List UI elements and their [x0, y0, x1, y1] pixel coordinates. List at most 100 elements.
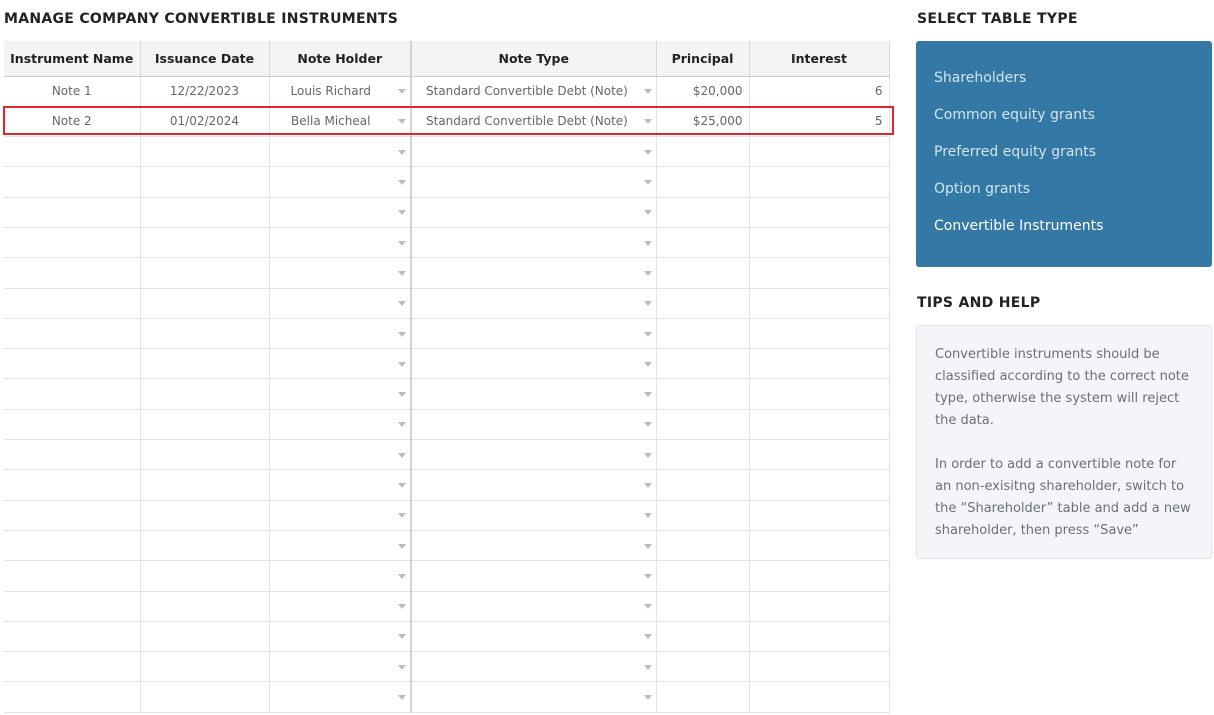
chevron-down-icon[interactable] [643, 543, 652, 549]
cell-note-type[interactable] [410, 530, 657, 562]
cell-interest[interactable] [749, 318, 890, 350]
cell-principal[interactable] [656, 591, 750, 622]
cell-note-holder[interactable] [269, 560, 412, 592]
chevron-down-icon[interactable] [643, 452, 652, 458]
cell-interest[interactable] [749, 530, 890, 562]
chevron-down-icon[interactable] [643, 573, 652, 579]
cell-principal[interactable] [656, 530, 750, 562]
cell-principal[interactable] [656, 166, 750, 198]
cell-note-holder[interactable] [269, 227, 412, 259]
cell-principal[interactable] [656, 621, 750, 653]
cell-interest[interactable] [749, 500, 890, 531]
chevron-down-icon[interactable] [643, 331, 652, 337]
cell-instrument-name[interactable] [4, 227, 141, 259]
cell-interest[interactable] [749, 409, 890, 441]
cell-note-holder[interactable] [269, 348, 412, 380]
cell-principal[interactable] [656, 227, 750, 259]
cell-note-type[interactable] [410, 409, 657, 441]
chevron-down-icon[interactable] [398, 634, 406, 640]
cell-interest[interactable] [749, 378, 890, 410]
cell-instrument-name[interactable] [4, 469, 141, 501]
table-type-convertible-instruments[interactable]: Convertible Instruments [934, 215, 1212, 252]
cell-note-holder[interactable] [269, 166, 412, 198]
chevron-down-icon[interactable] [398, 664, 406, 670]
cell-issuance-date[interactable] [140, 197, 270, 228]
cell-interest[interactable] [749, 469, 890, 501]
chevron-down-icon[interactable] [398, 483, 406, 488]
cell-instrument-name[interactable] [4, 318, 141, 350]
cell-note-type[interactable] [410, 439, 657, 471]
cell-issuance-date[interactable] [140, 469, 270, 501]
cell-note-holder[interactable]: Bella Micheal [269, 106, 412, 138]
chevron-down-icon[interactable] [643, 513, 652, 519]
chevron-down-icon[interactable] [398, 89, 406, 95]
cell-note-holder[interactable] [269, 530, 412, 562]
chevron-down-icon[interactable] [643, 422, 652, 428]
cell-note-holder[interactable] [269, 136, 412, 168]
cell-note-type[interactable] [410, 136, 657, 168]
cell-instrument-name[interactable] [4, 651, 141, 683]
table-type-common-equity-grants[interactable]: Common equity grants [934, 104, 1212, 141]
chevron-down-icon[interactable] [398, 270, 406, 276]
cell-note-type[interactable] [410, 651, 657, 683]
chevron-down-icon[interactable] [643, 240, 652, 246]
cell-issuance-date[interactable] [140, 681, 270, 713]
chevron-down-icon[interactable] [398, 240, 406, 246]
chevron-down-icon[interactable] [643, 210, 652, 216]
chevron-down-icon[interactable] [643, 301, 652, 307]
cell-issuance-date[interactable] [140, 288, 270, 319]
cell-instrument-name[interactable] [4, 257, 141, 289]
cell-instrument-name[interactable] [4, 288, 141, 319]
table-type-option-grants[interactable]: Option grants [934, 178, 1212, 215]
cell-note-type[interactable] [410, 227, 657, 259]
cell-note-type[interactable] [410, 288, 657, 319]
cell-instrument-name[interactable] [4, 560, 141, 592]
cell-note-holder[interactable] [269, 378, 412, 410]
cell-note-holder[interactable] [269, 439, 412, 471]
chevron-down-icon[interactable] [398, 361, 406, 367]
cell-principal[interactable] [656, 681, 750, 713]
chevron-down-icon[interactable] [398, 392, 406, 398]
cell-interest[interactable] [749, 560, 890, 592]
cell-principal[interactable] [656, 197, 750, 228]
chevron-down-icon[interactable] [643, 270, 652, 276]
cell-instrument-name[interactable] [4, 681, 141, 713]
cell-issuance-date[interactable] [140, 257, 270, 289]
cell-principal[interactable] [656, 348, 750, 380]
chevron-down-icon[interactable] [398, 119, 406, 125]
cell-issuance-date[interactable] [140, 591, 270, 622]
cell-note-holder[interactable] [269, 318, 412, 350]
cell-note-type[interactable] [410, 197, 657, 228]
cell-interest[interactable]: 5 [749, 106, 890, 138]
cell-principal[interactable] [656, 560, 750, 592]
cell-note-holder[interactable] [269, 257, 412, 289]
cell-interest[interactable] [749, 136, 890, 168]
table-type-preferred-equity-grants[interactable]: Preferred equity grants [934, 141, 1212, 178]
cell-instrument-name[interactable]: Note 1 [4, 76, 141, 107]
cell-interest[interactable]: 6 [749, 76, 890, 107]
cell-note-type[interactable] [410, 681, 657, 713]
cell-interest[interactable] [749, 348, 890, 380]
cell-principal[interactable] [656, 409, 750, 441]
cell-note-type[interactable]: Standard Convertible Debt (Note) [410, 76, 657, 107]
chevron-down-icon[interactable] [643, 664, 652, 670]
cell-note-type[interactable] [410, 166, 657, 198]
cell-principal[interactable] [656, 288, 750, 319]
cell-issuance-date[interactable] [140, 378, 270, 410]
column-header-note-type[interactable]: Note Type [410, 41, 657, 77]
chevron-down-icon[interactable] [398, 149, 406, 155]
cell-principal[interactable] [656, 378, 750, 410]
cell-note-holder[interactable] [269, 500, 412, 531]
cell-issuance-date[interactable] [140, 530, 270, 562]
column-header-interest[interactable]: Interest [749, 41, 890, 77]
chevron-down-icon[interactable] [643, 149, 652, 155]
cell-interest[interactable] [749, 166, 890, 198]
cell-note-type[interactable] [410, 348, 657, 380]
cell-instrument-name[interactable] [4, 530, 141, 562]
cell-issuance-date[interactable] [140, 439, 270, 471]
cell-instrument-name[interactable] [4, 439, 141, 471]
chevron-down-icon[interactable] [643, 634, 652, 640]
cell-interest[interactable] [749, 681, 890, 713]
cell-principal[interactable]: $25,000 [656, 106, 750, 138]
chevron-down-icon[interactable] [398, 422, 406, 428]
